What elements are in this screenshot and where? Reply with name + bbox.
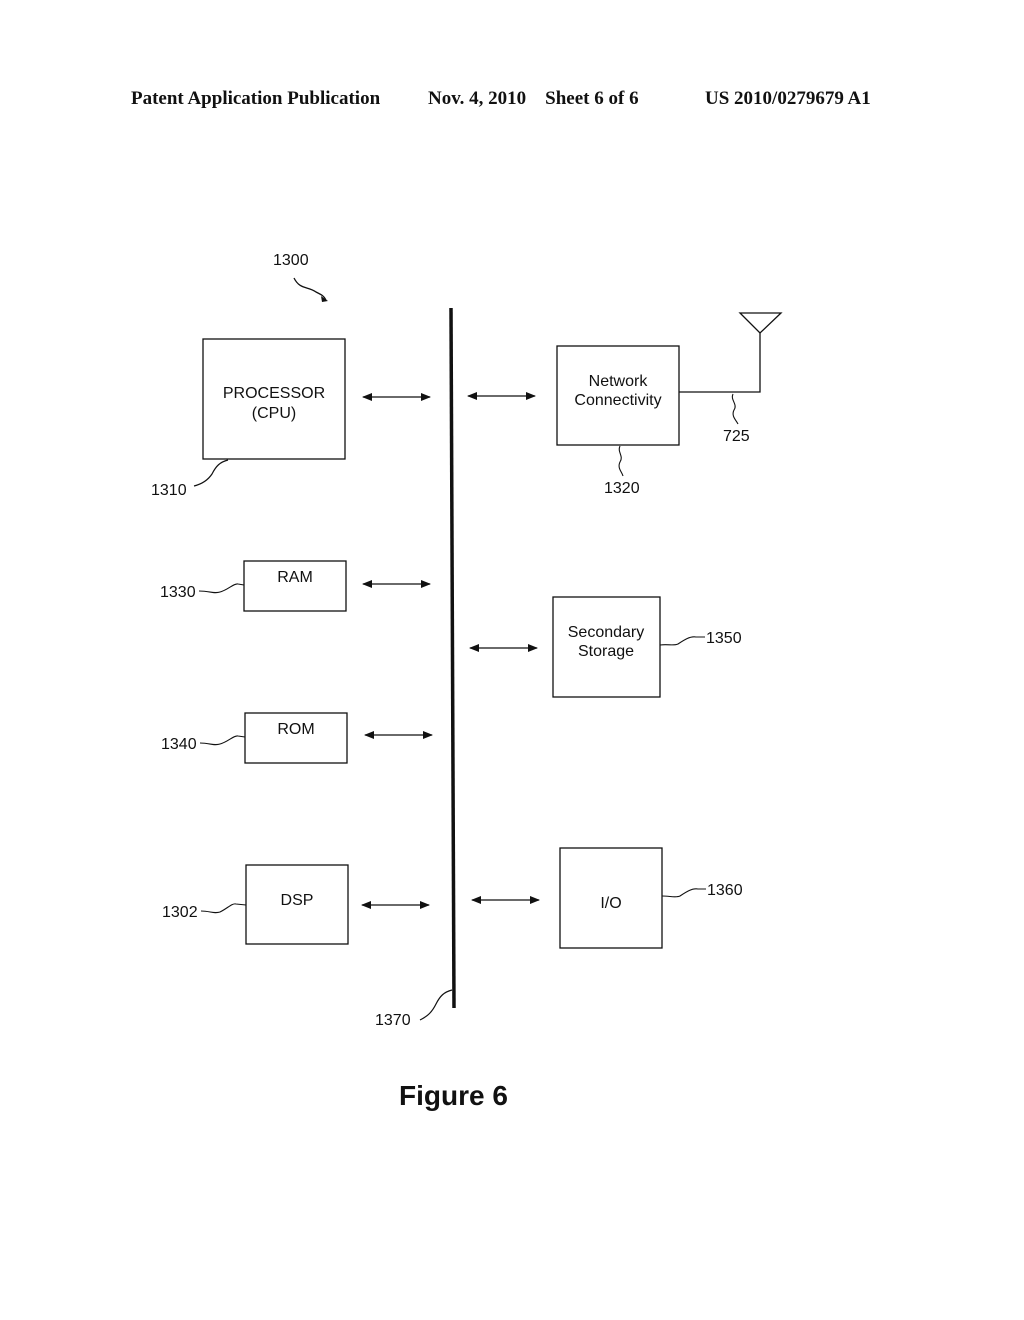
secondary-ref-label: 1350: [706, 630, 742, 647]
block-diagram: 1300 1370 PROCESSOR (CPU) 1310 Network C…: [151, 252, 783, 1111]
figure-caption: Figure 6: [399, 1080, 508, 1111]
rom-block: ROM: [244, 712, 348, 764]
rom-label: ROM: [277, 721, 314, 738]
processor-ref-leader: [193, 459, 229, 487]
system-ref-label: 1300: [273, 252, 309, 269]
processor-block: PROCESSOR (CPU): [202, 338, 346, 460]
secondary-storage-block: Secondary Storage: [552, 596, 661, 698]
network-ref-label: 1320: [604, 480, 640, 497]
processor-label-line2: (CPU): [252, 405, 296, 422]
dsp-ref-leader: [200, 903, 247, 914]
dsp-ref-label: 1302: [162, 904, 198, 921]
secondary-label-line1: Secondary: [568, 624, 645, 641]
io-block: I/O: [559, 847, 663, 949]
secondary-ref-leader: [659, 636, 705, 646]
processor-label-line1: PROCESSOR: [223, 385, 325, 402]
network-block: Network Connectivity: [556, 345, 680, 446]
antenna-ref-label: 725: [723, 428, 750, 445]
antenna-icon: [738, 312, 783, 334]
system-bus: [449, 307, 456, 1009]
io-label: I/O: [600, 895, 621, 912]
dsp-block: DSP: [245, 864, 349, 945]
bus-ref-leader: [419, 989, 453, 1021]
network-label-line2: Connectivity: [574, 392, 661, 409]
ram-ref-leader: [198, 583, 245, 594]
network-label-line1: Network: [589, 373, 649, 390]
bus-ref-label: 1370: [375, 1012, 411, 1029]
processor-ref-label: 1310: [151, 482, 187, 499]
antenna-feed-line: [679, 333, 761, 393]
ram-label: RAM: [277, 569, 313, 586]
rom-ref-label: 1340: [161, 736, 197, 753]
secondary-label-line2: Storage: [578, 643, 634, 660]
io-ref-label: 1360: [707, 882, 743, 899]
network-ref-leader: [618, 445, 624, 477]
dsp-label: DSP: [281, 892, 314, 909]
io-ref-leader: [661, 888, 706, 898]
ram-ref-label: 1330: [160, 584, 196, 601]
antenna-ref-leader: [731, 393, 739, 425]
ram-block: RAM: [243, 560, 347, 612]
rom-ref-leader: [199, 735, 246, 746]
